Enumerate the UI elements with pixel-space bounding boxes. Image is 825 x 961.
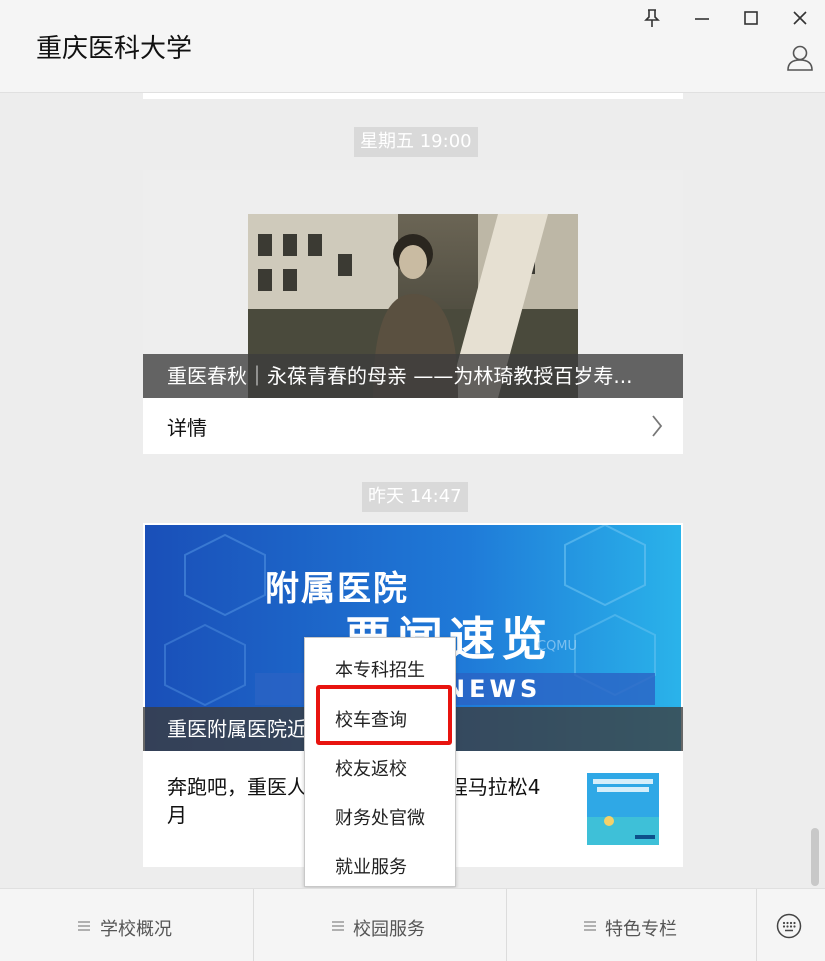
article-title-bar: 重医春秋｜永葆青春的母亲 ——为林琦教授百岁寿... — [143, 354, 683, 398]
bottom-menu-bar: 学校概况 校园服务 特色专栏 — [0, 888, 825, 961]
menu-item-career-service[interactable]: 就业服务 — [335, 853, 407, 879]
pin-icon[interactable] — [640, 8, 664, 30]
profile-icon[interactable] — [785, 44, 815, 72]
tab-label: 学校概况 — [100, 919, 172, 940]
timestamp: 昨天 14:47 — [362, 482, 468, 512]
menu-lines-icon — [332, 921, 344, 931]
menu-item-alumni-return[interactable]: 校友返校 — [335, 755, 407, 781]
detail-link[interactable]: 详情 — [167, 412, 207, 441]
tab-label: 特色专栏 — [605, 919, 677, 940]
menu-item-admission[interactable]: 本专科招生 — [335, 656, 425, 682]
chevron-right-icon — [651, 414, 663, 438]
menu-lines-icon — [584, 921, 596, 931]
highlight-box — [316, 685, 452, 745]
title-bar: 重庆医科大学 — [0, 0, 825, 93]
timestamp: 星期五 19:00 — [354, 127, 478, 157]
minimize-icon[interactable] — [690, 8, 714, 30]
article-title: 重医春秋｜永葆青春的母亲 ——为林琦教授百岁寿... — [167, 364, 633, 388]
divider — [756, 889, 757, 961]
scrollbar-thumb[interactable] — [811, 828, 819, 886]
keyboard-icon[interactable] — [776, 913, 802, 939]
article-card[interactable]: 重医春秋｜永葆青春的母亲 ——为林琦教授百岁寿... 详情 — [143, 170, 683, 454]
service-popup-menu: 本专科招生 校车查询 校友返校 财务处官微 就业服务 — [304, 637, 456, 887]
menu-item-finance-office[interactable]: 财务处官微 — [335, 804, 425, 830]
banner-news: NEWS — [445, 675, 542, 703]
tab-label: 校园服务 — [353, 919, 425, 940]
close-icon[interactable] — [788, 8, 812, 30]
thumbnail — [587, 773, 659, 845]
banner-watermark: CQMU — [537, 639, 578, 654]
maximize-icon[interactable] — [739, 8, 763, 30]
app-title: 重庆医科大学 — [36, 34, 193, 64]
tab-featured-column[interactable]: 特色专栏 — [507, 889, 756, 961]
tab-school-overview[interactable]: 学校概况 — [0, 889, 253, 961]
previous-card-edge — [143, 93, 683, 99]
menu-lines-icon — [78, 921, 90, 931]
tab-campus-service[interactable]: 校园服务 — [254, 889, 506, 961]
